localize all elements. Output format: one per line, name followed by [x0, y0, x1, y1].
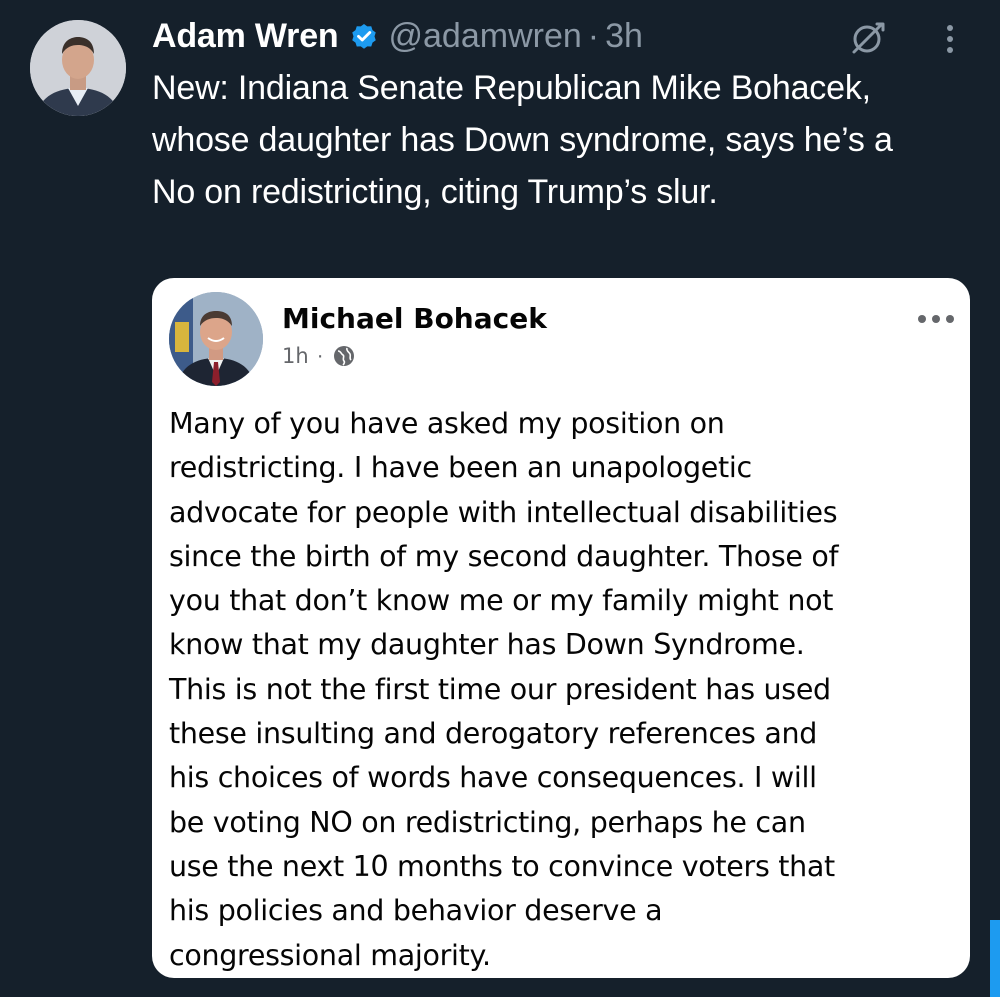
post-body-line: his policies and behavior deserve a	[169, 894, 663, 928]
post-body-line: these insulting and derogatory reference…	[169, 717, 818, 751]
tweet-header: Adam Wren @adamwren · 3h	[152, 14, 643, 58]
post-body-line: Many of you have asked my position on	[169, 407, 725, 440]
embedded-post-screenshot[interactable]: Michael Bohacek 1h · Many of you have as…	[152, 278, 970, 978]
more-vertical-icon[interactable]	[938, 18, 962, 58]
post-body-line: his choices of words have consequences. …	[169, 761, 817, 795]
post-author-name: Michael Bohacek	[282, 302, 547, 335]
post-body: Many of you have asked my position on re…	[169, 402, 959, 978]
post-body-line: use the next 10 months to convince voter…	[169, 849, 835, 883]
more-horizontal-icon	[916, 312, 956, 324]
post-body-line: you that don’t know me or my family migh…	[169, 584, 834, 618]
edge-scroll-indicator	[990, 920, 1000, 997]
post-meta-separator: ·	[316, 344, 324, 367]
post-body-line: since the birth of my second daughter. T…	[169, 539, 839, 573]
post-body-line: redistricting. I have been an unapologet…	[169, 451, 752, 485]
grok-icon[interactable]	[848, 18, 888, 58]
post-body-line: advocate for people with intellectual di…	[169, 495, 838, 529]
post-body-line: be voting NO on redistricting, perhaps h…	[169, 805, 806, 839]
post-time: 1h	[282, 344, 309, 368]
post-body-line: know that my daughter has Down Syndrome.	[169, 628, 805, 662]
post-meta: 1h ·	[282, 344, 355, 368]
header-separator: ·	[587, 16, 600, 55]
post-author-avatar	[169, 292, 263, 386]
post-body-line: This is not the first time our president…	[169, 672, 831, 706]
verified-badge-icon[interactable]	[349, 21, 379, 51]
globe-icon	[333, 345, 355, 367]
author-handle[interactable]: @adamwren	[389, 17, 582, 56]
author-name[interactable]: Adam Wren	[152, 17, 339, 56]
tweet-text: New: Indiana Senate Republican Mike Boha…	[152, 69, 893, 211]
post-body-line: congressional majority.	[169, 938, 491, 972]
author-avatar[interactable]	[30, 20, 126, 116]
tweet-time[interactable]: 3h	[605, 17, 643, 56]
